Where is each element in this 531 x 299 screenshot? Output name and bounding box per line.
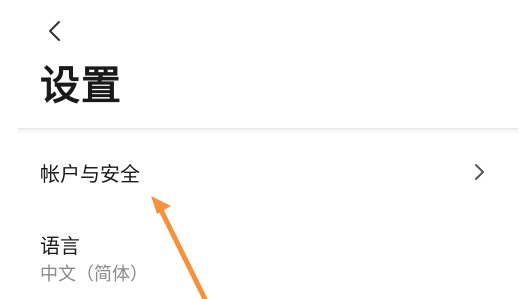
language-label: 语言 (40, 234, 80, 258)
header-shadow (18, 129, 518, 134)
account-security-row[interactable]: 帐户与安全 (18, 140, 518, 202)
chevron-left-icon (49, 21, 60, 41)
back-button[interactable] (40, 16, 70, 46)
page-title: 设置 (40, 62, 122, 109)
language-row[interactable]: 语言 中文（简体） (18, 222, 518, 292)
account-security-label: 帐户与安全 (40, 162, 140, 186)
chevron-right-icon (475, 164, 484, 180)
language-value: 中文（简体） (40, 264, 148, 285)
settings-screen: 设置 帐户与安全 语言 中文（简体） (0, 0, 531, 299)
